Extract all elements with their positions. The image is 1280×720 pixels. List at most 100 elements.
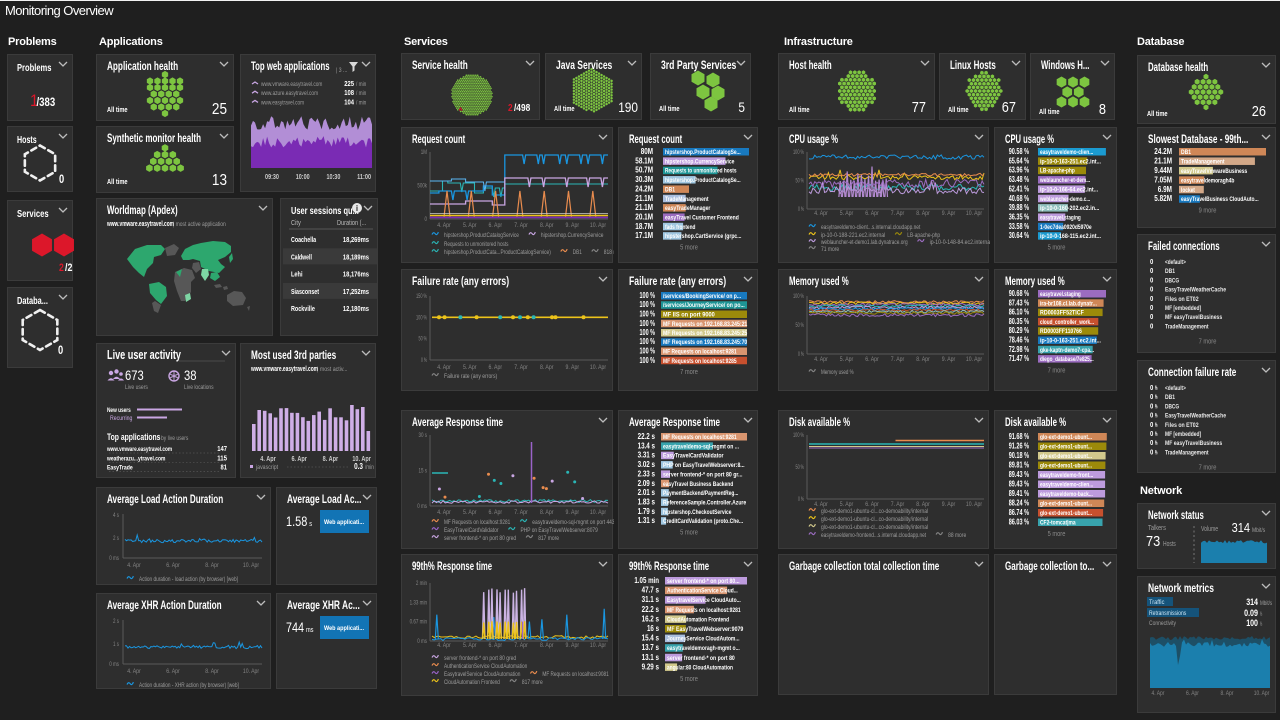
svg-text:3rd Party Services: 3rd Party Services [661, 60, 736, 72]
svg-text:DB1: DB1 [1165, 268, 1175, 275]
svg-text:hipstershop.CurrencyService: hipstershop.CurrencyService [541, 232, 604, 239]
svg-text:TradeManagement: TradeManagement [1165, 449, 1209, 456]
svg-text:glo-ext-demo1-ubunt...: glo-ext-demo1-ubunt... [1040, 444, 1092, 451]
svg-text:%: % [1260, 622, 1262, 628]
svg-text:hipstershop.ProductCatalogSe..: hipstershop.ProductCatalogSe... [665, 149, 741, 156]
svg-text:100 %: 100 % [793, 294, 804, 300]
svg-text:Garbage collection to...: Garbage collection to... [1005, 561, 1094, 573]
svg-text:Linux Hosts: Linux Hosts [950, 60, 996, 72]
svg-text:Retransmissions: Retransmissions [1149, 610, 1187, 617]
svg-text:0 %: 0 % [798, 352, 804, 358]
svg-text:DB1: DB1 [1165, 394, 1175, 401]
svg-text:2.09 s: 2.09 s [638, 479, 656, 488]
svg-text:glo-ext-demo1-ubuntu-cl...co-d: glo-ext-demo1-ubuntu-cl...co-demoability… [821, 524, 929, 531]
svg-text:easytraveldemoragh-mgmt o...: easytraveldemoragh-mgmt o... [667, 645, 740, 652]
svg-text:All time: All time [107, 177, 128, 186]
svg-text:47.7 s: 47.7 s [642, 586, 660, 595]
svg-text:4. Apr: 4. Apr [814, 356, 828, 363]
svg-text:EasyTrade: EasyTrade [107, 465, 133, 472]
svg-text:Mbit/s: Mbit/s [1260, 601, 1272, 607]
svg-text:3.31 s: 3.31 s [638, 451, 656, 460]
svg-text:0: 0 [1150, 257, 1153, 266]
svg-text:CloudAutomation Frontend: CloudAutomation Frontend [667, 616, 729, 623]
svg-text:0: 0 [1150, 411, 1153, 420]
svg-text:36.35 %: 36.35 % [1009, 213, 1029, 222]
svg-text:locket: locket [1181, 187, 1195, 194]
svg-text:MF [embedded]: MF [embedded] [1165, 305, 1201, 312]
svg-text:0: 0 [1150, 401, 1153, 410]
svg-text:MF Requests on localhost:9281: MF Requests on localhost:9281 [667, 607, 741, 614]
svg-text:9.44M: 9.44M [1154, 166, 1172, 175]
svg-text:225: 225 [344, 79, 354, 88]
svg-text:63.96 %: 63.96 % [1009, 166, 1029, 175]
svg-text:CreditCardValidation (proto.Ch: CreditCardValidation (proto.Che... [663, 518, 743, 525]
svg-text:18.7M: 18.7M [635, 222, 653, 231]
svg-text:Action duration - XHR action (: Action duration - XHR action (by browser… [139, 682, 239, 689]
svg-text:2: 2 [59, 262, 64, 274]
svg-text:RD0003FF110766: RD0003FF110766 [1040, 328, 1082, 335]
svg-text:0 %: 0 % [798, 497, 804, 503]
svg-text:Duration (...: Duration (... [337, 218, 366, 227]
svg-text:EasytravelService CloudAutomat: EasytravelService CloudAutomation [444, 671, 521, 678]
svg-text:10. Apr: 10. Apr [243, 668, 260, 675]
svg-text:314: 314 [1246, 597, 1258, 607]
svg-text:100 %: 100 % [640, 328, 656, 337]
svg-text:Application health: Application health [107, 59, 178, 73]
svg-text:89.43 %: 89.43 % [1009, 470, 1029, 479]
svg-text:13.7 s: 13.7 s [642, 643, 660, 652]
svg-text:ip-10-0-168-115.ec2.int...: ip-10-0-168-115.ec2.int... [1040, 233, 1101, 240]
svg-text:RD0003FF52TICF: RD0003FF52TICF [1040, 310, 1084, 317]
svg-text:TradeManagement: TradeManagement [665, 196, 709, 203]
svg-text:0.09: 0.09 [1244, 608, 1258, 618]
svg-text:0 ms: 0 ms [417, 504, 427, 510]
svg-text:09:30: 09:30 [265, 174, 279, 181]
svg-text:4. Apr: 4. Apr [260, 456, 276, 463]
svg-text:6. Apr: 6. Apr [865, 210, 879, 217]
svg-text:0 ms: 0 ms [109, 556, 119, 562]
svg-text:2.33 s: 2.33 s [638, 469, 656, 478]
svg-text:0: 0 [58, 343, 63, 357]
svg-text:easyTravel Business Backend: easyTravel Business Backend [663, 481, 733, 488]
svg-text:9. Apr: 9. Apr [942, 501, 956, 508]
svg-text:/ min: / min [356, 81, 367, 88]
svg-text:6. Apr: 6. Apr [489, 222, 503, 229]
svg-text:MF Requests on localhost:9281: MF Requests on localhost:9281 [663, 434, 737, 441]
svg-text:diego_database/7e825...: diego_database/7e825... [1040, 356, 1094, 363]
svg-text:/services/BookingService/ on p: /services/BookingService/ on p... [663, 293, 741, 300]
svg-text:30.3M: 30.3M [635, 175, 653, 184]
svg-text:67: 67 [1002, 99, 1016, 116]
svg-text:2.01 s: 2.01 s [638, 488, 656, 497]
svg-text:weblauncher-et-dem...: weblauncher-et-dem... [1039, 177, 1090, 184]
svg-text:6. Apr: 6. Apr [291, 456, 307, 463]
svg-text:MF Requests on localhost:9281: MF Requests on localhost:9281 [444, 519, 511, 526]
svg-text:100 %: 100 % [640, 300, 656, 309]
svg-text:by live users: by live users [161, 435, 189, 442]
svg-text:6. Apr: 6. Apr [489, 509, 503, 516]
svg-text:13: 13 [212, 172, 227, 189]
svg-text:100 %: 100 % [640, 356, 656, 365]
svg-text:4. Apr: 4. Apr [127, 562, 141, 569]
svg-text:0.67 min: 0.67 min [410, 620, 427, 626]
svg-text:Files on ET02: Files on ET02 [1165, 296, 1199, 303]
svg-text:%: % [1155, 423, 1158, 429]
svg-text:Average XHR Action Duration: Average XHR Action Duration [107, 600, 222, 612]
svg-text:Most used 3rd parties: Most used 3rd parties [251, 350, 336, 362]
svg-text:easytraveldemo-front...: easytraveldemo-front... [1040, 472, 1093, 479]
svg-text:7 more: 7 more [1199, 463, 1217, 472]
svg-text:easyTravel Customer Frontend: easyTravel Customer Frontend [665, 215, 739, 222]
svg-text:20.1M: 20.1M [635, 213, 653, 222]
svg-text:4 s: 4 s [113, 513, 119, 519]
svg-text:ip-10-0-163-251.ec2.int...: ip-10-0-163-251.ec2.int... [1040, 158, 1101, 165]
svg-text:78.46 %: 78.46 % [1009, 336, 1029, 345]
svg-text:Memory used %: Memory used % [1005, 276, 1065, 288]
svg-text:glo-ext-demo1-ubuntu-cl...co-d: glo-ext-demo1-ubuntu-cl...co-demoability… [821, 508, 929, 515]
svg-text:Hosts: Hosts [17, 134, 37, 146]
svg-text:1 s: 1 s [113, 642, 119, 648]
svg-text:100: 100 [1246, 618, 1258, 628]
svg-text:91.68 %: 91.68 % [1009, 432, 1029, 441]
svg-text:Average Load Ac...: Average Load Ac... [287, 494, 361, 506]
svg-text:MF Requests on 192.168.83.245:: MF Requests on 192.168.83.245:21 [663, 321, 747, 328]
svg-text:%: % [1155, 450, 1158, 456]
svg-text:<default>: <default> [1165, 385, 1186, 392]
svg-text:100 %: 100 % [640, 291, 656, 300]
